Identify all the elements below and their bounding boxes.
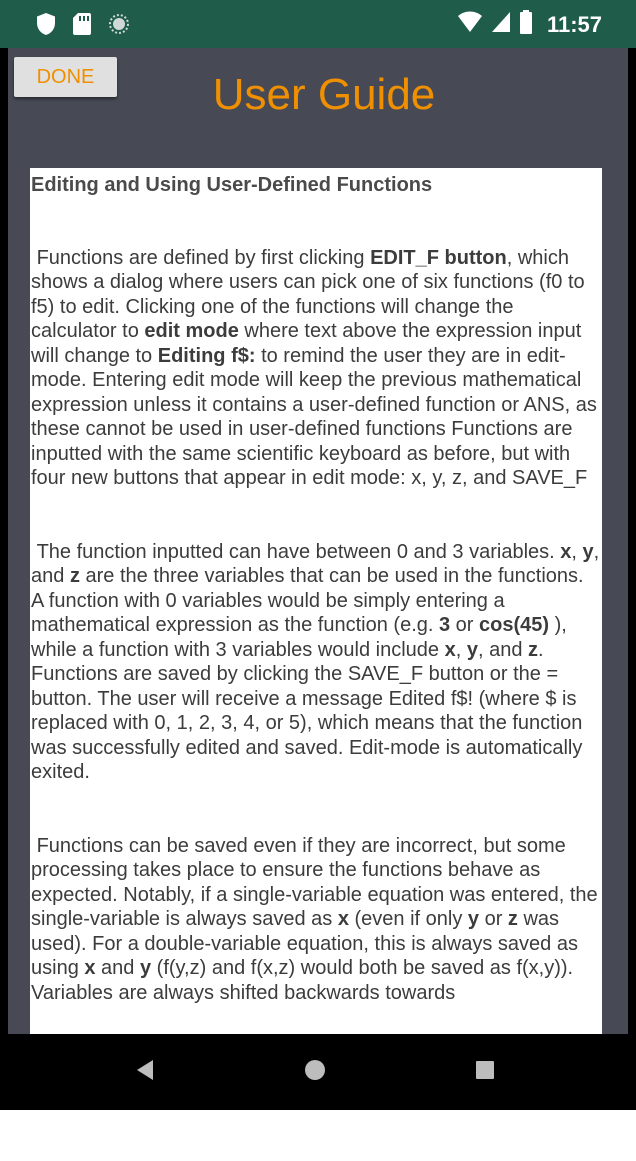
guide-paragraph: The function inputted can have between 0… [31, 540, 600, 785]
device-frame: 11:57 DONE User Guide Editing and Using … [0, 0, 636, 1110]
guide-text-run: or [450, 614, 480, 636]
status-bar: 11:57 [0, 0, 636, 48]
cell-signal-icon [491, 11, 511, 38]
guide-text-run: , and [477, 638, 528, 661]
guide-text-run: or [479, 908, 508, 930]
navigation-bar [0, 1034, 636, 1110]
guide-text-run: Functions are defined by first clicking [31, 246, 371, 269]
guide-bold-text: z [69, 565, 80, 587]
guide-bold-text: x [444, 638, 456, 661]
recents-button[interactable] [445, 1034, 525, 1110]
guide-bold-text: cos(45) [479, 614, 550, 636]
guide-heading: Editing and Using User-Defined Functions [31, 174, 433, 196]
guide-bold-text: x [84, 957, 96, 979]
guide-content[interactable]: Editing and Using User-Defined Functions… [30, 168, 602, 1034]
home-button[interactable] [275, 1034, 355, 1110]
guide-bold-text: x [560, 540, 572, 563]
guide-paragraph: Functions are defined by first clicking … [31, 246, 600, 491]
recents-icon [475, 1060, 495, 1085]
status-icons-left [36, 12, 130, 41]
guide-bold-text: edit mode [144, 320, 239, 342]
status-icons-right: 11:57 [457, 10, 602, 39]
battery-icon [519, 10, 533, 39]
guide-text-run: The function inputted can have between 0… [31, 540, 561, 563]
back-icon [135, 1059, 155, 1086]
guide-text-run: and [95, 957, 140, 979]
wifi-icon [457, 11, 483, 38]
guide-bold-text: 3 [439, 614, 451, 636]
page-title: User Guide [212, 70, 436, 119]
guide-bold-text: x [337, 908, 349, 930]
back-button[interactable] [105, 1034, 185, 1110]
guide-text-run: , [571, 540, 583, 563]
guide-bold-text: y [139, 957, 152, 979]
shield-icon [36, 12, 56, 41]
guide-paragraph: Functions can be saved even if they are … [31, 834, 600, 1006]
status-time: 11:57 [546, 11, 602, 37]
user-guide-screen: DONE User Guide Editing and Using User-D… [8, 48, 628, 1034]
guide-bold-text: y [466, 638, 478, 661]
guide-bold-text: y [582, 540, 594, 563]
sd-card-icon [72, 12, 92, 41]
guide-bold-text: z [528, 638, 538, 661]
guide-bold-text: z [507, 908, 518, 930]
guide-text-run: , [455, 638, 467, 661]
guide-text: Editing and Using User-Defined Functions… [30, 168, 602, 1005]
guide-bold-text: EDIT_F button [370, 246, 507, 269]
home-icon [304, 1059, 326, 1086]
guide-text-run: (even if only [348, 908, 468, 930]
guide-bold-text: Editing f$: [157, 344, 256, 367]
guide-bold-text: y [467, 908, 480, 930]
sync-circle-icon [108, 13, 130, 40]
